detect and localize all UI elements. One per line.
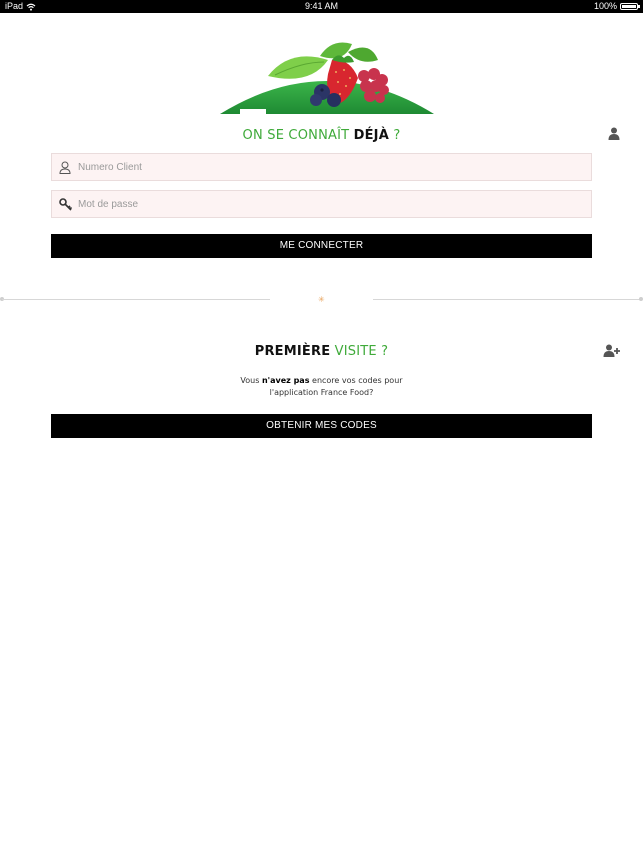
password-input[interactable] <box>78 191 591 217</box>
login-title-part3: ? <box>393 128 401 143</box>
signup-title-part2: VISITE ? <box>334 344 389 359</box>
desc-line2: l'application France Food? <box>269 388 374 397</box>
get-codes-button[interactable]: OBTENIR MES CODES <box>51 414 592 438</box>
divider-left <box>2 299 270 300</box>
desc-post: encore vos codes pour <box>312 376 403 385</box>
signup-title: PREMIÈRE VISITE ? <box>0 344 643 359</box>
password-field[interactable] <box>51 190 592 218</box>
battery-percent: 100% <box>593 1 617 11</box>
key-icon <box>52 197 78 211</box>
client-number-field[interactable] <box>51 153 592 181</box>
login-title: ON SE CONNAÎT DÉJÀ ? <box>0 128 643 143</box>
signup-title-part1: PREMIÈRE <box>254 344 331 359</box>
divider-right <box>373 299 641 300</box>
user-icon <box>52 161 78 174</box>
divider-ornament: ✳ <box>318 295 325 304</box>
divider-right-end <box>639 297 643 301</box>
add-user-icon <box>603 344 620 357</box>
status-bar: iPad 9:41 AM 100% <box>0 0 643 13</box>
login-button[interactable]: ME CONNECTER <box>51 234 592 258</box>
person-icon <box>608 127 620 140</box>
login-title-part2: DÉJÀ <box>353 128 389 143</box>
status-time: 9:41 AM <box>304 1 339 11</box>
login-title-part1: ON SE CONNAÎT <box>242 128 350 143</box>
france-food-logo <box>220 42 434 114</box>
desc-bold: n'avez pas <box>261 376 310 385</box>
battery-icon <box>620 3 640 10</box>
status-right: 100% <box>593 0 640 13</box>
desc-line1: Vous n'avez pas encore vos codes pour <box>0 375 643 387</box>
desc-pre: Vous <box>240 376 260 385</box>
client-number-input[interactable] <box>78 154 591 180</box>
signup-description: Vous n'avez pas encore vos codes pour l'… <box>0 375 643 399</box>
